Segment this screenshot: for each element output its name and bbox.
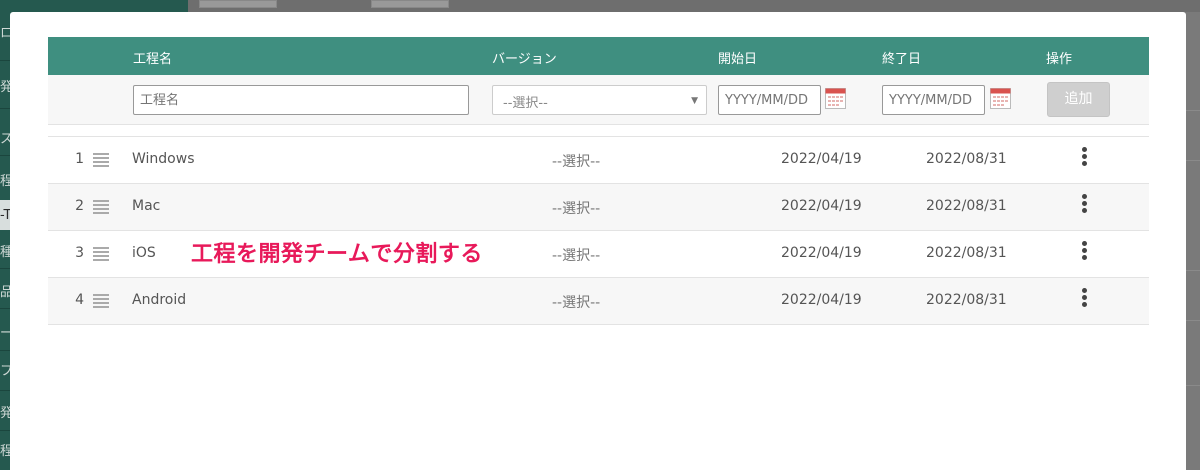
divider	[1186, 270, 1200, 271]
kebab-menu-icon[interactable]	[1080, 147, 1088, 169]
background-sidebar-item: 発	[0, 80, 10, 95]
background-sidebar-item: ー	[0, 326, 10, 341]
row-number: 2	[75, 198, 84, 214]
process-start-date: 2022/04/19	[781, 245, 862, 261]
drag-handle-icon[interactable]	[93, 294, 109, 308]
background-sidebar-item: 程	[0, 444, 10, 459]
version-select[interactable]: --選択-- ▼	[492, 85, 707, 115]
annotation-callout: 工程を開発チームで分割する	[191, 242, 483, 267]
kebab-menu-icon[interactable]	[1080, 241, 1088, 263]
add-process-form: --選択-- ▼	[48, 75, 1149, 125]
header-process-name: 工程名	[133, 52, 173, 67]
row-number: 4	[75, 292, 84, 308]
header-end-date: 終了日	[882, 52, 922, 67]
divider	[1186, 110, 1200, 111]
process-end-date: 2022/08/31	[926, 292, 1007, 308]
end-date-input[interactable]	[882, 85, 985, 115]
drag-handle-icon[interactable]	[93, 247, 109, 261]
divider	[1186, 160, 1200, 161]
table-row: 1 Windows --選択-- 2022/04/19 2022/08/31	[48, 137, 1149, 184]
process-name: Windows	[132, 151, 195, 167]
process-start-date: 2022/04/19	[781, 151, 862, 167]
process-end-date: 2022/08/31	[926, 151, 1007, 167]
background-sidebar-item: ス	[0, 132, 10, 147]
background-sidebar-item: 種	[0, 245, 10, 260]
row-number: 3	[75, 245, 84, 261]
header-start-date: 開始日	[718, 52, 758, 67]
process-end-date: 2022/08/31	[926, 198, 1007, 214]
process-end-date: 2022/08/31	[926, 245, 1007, 261]
background-sidebar-item: 発	[0, 406, 10, 421]
drag-handle-icon[interactable]	[93, 153, 109, 167]
process-name-input[interactable]	[133, 85, 469, 115]
divider	[1186, 320, 1200, 321]
process-modal: 工程名 バージョン 開始日 終了日 操作 --選択-- ▼	[10, 12, 1186, 470]
table-row: 2 Mac --選択-- 2022/04/19 2022/08/31	[48, 184, 1149, 231]
background-sidebar-item: ロー	[0, 26, 10, 41]
chevron-down-icon: ▼	[691, 96, 698, 106]
background-input	[371, 0, 449, 8]
divider	[1186, 385, 1200, 386]
calendar-icon[interactable]	[825, 87, 846, 109]
background-input	[199, 0, 277, 8]
kebab-menu-icon[interactable]	[1080, 288, 1088, 310]
process-name: iOS	[132, 245, 156, 261]
table-header: 工程名 バージョン 開始日 終了日 操作	[48, 37, 1149, 75]
process-version: --選択--	[552, 201, 601, 217]
spacer	[48, 125, 1149, 137]
process-start-date: 2022/04/19	[781, 292, 862, 308]
process-version: --選択--	[552, 154, 601, 170]
drag-handle-icon[interactable]	[93, 200, 109, 214]
process-version: --選択--	[552, 295, 601, 311]
header-action: 操作	[1046, 52, 1073, 67]
row-number: 1	[75, 151, 84, 167]
table-row: 4 Android --選択-- 2022/04/19 2022/08/31	[48, 278, 1149, 325]
calendar-icon[interactable]	[990, 87, 1011, 109]
add-button[interactable]: 追加	[1047, 82, 1110, 117]
kebab-menu-icon[interactable]	[1080, 194, 1088, 216]
background-sidebar-item: フ	[0, 364, 10, 379]
process-start-date: 2022/04/19	[781, 198, 862, 214]
process-name: Android	[132, 292, 187, 308]
background-topbar	[188, 0, 1200, 12]
process-version: --選択--	[552, 248, 601, 264]
background-sidebar-item: 品	[0, 285, 10, 300]
start-date-input[interactable]	[718, 85, 821, 115]
process-table: 工程名 バージョン 開始日 終了日 操作 --選択-- ▼	[48, 37, 1149, 325]
header-version: バージョン	[492, 52, 557, 67]
process-name: Mac	[132, 198, 161, 214]
version-select-value: --選択--	[503, 96, 548, 111]
